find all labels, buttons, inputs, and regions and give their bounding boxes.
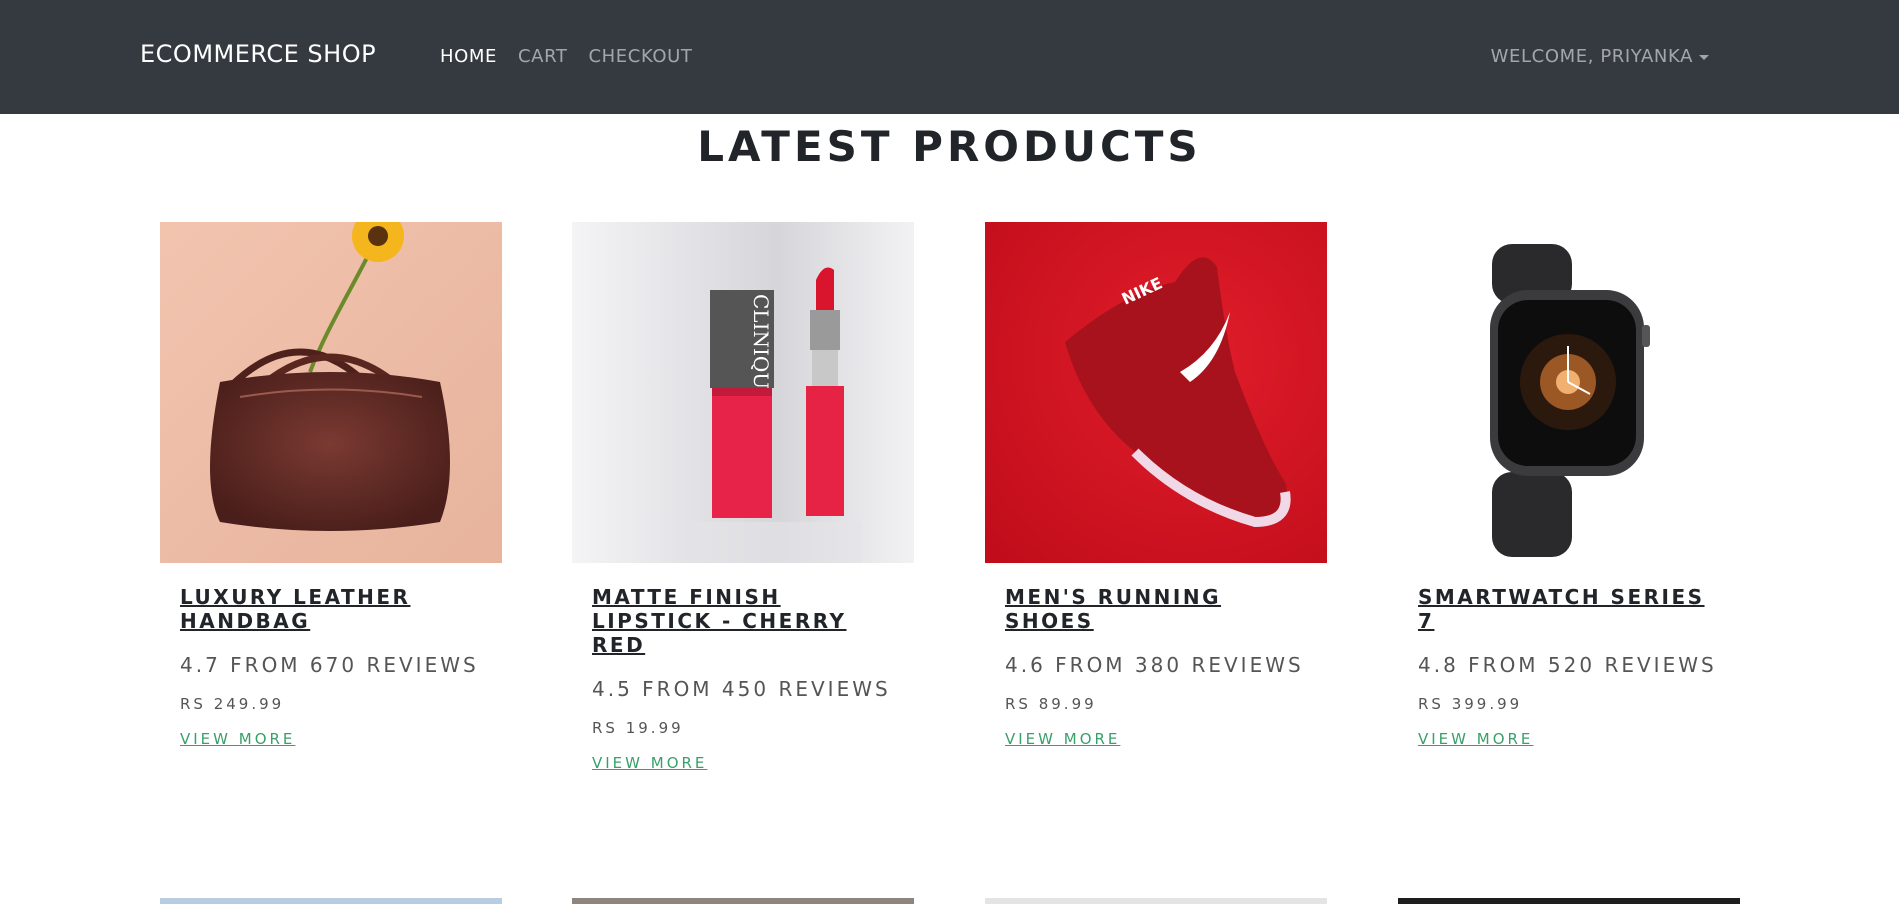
card-body: MATTE FINISH LIPSTICK - CHERRY RED 4.5 F… (572, 563, 914, 772)
product-title-link[interactable]: SMARTWATCH SERIES 7 (1418, 585, 1720, 633)
card-body: LUXURY LEATHER HANDBAG 4.7 FROM 670 REVI… (160, 563, 502, 748)
product-image-row2-4[interactable] (1398, 898, 1740, 904)
product-card-smartwatch: SMARTWATCH SERIES 7 4.8 FROM 520 REVIEWS… (1398, 222, 1740, 748)
product-rating: 4.8 FROM 520 REVIEWS (1418, 653, 1717, 677)
product-rating: 4.5 FROM 450 REVIEWS (592, 677, 891, 701)
product-rating: 4.6 FROM 380 REVIEWS (1005, 653, 1304, 677)
view-more-link[interactable]: VIEW MORE (1005, 730, 1120, 748)
product-image-row2-2[interactable] (572, 898, 914, 904)
product-title-link[interactable]: MATTE FINISH LIPSTICK - CHERRY RED (592, 585, 894, 657)
product-image-row2-3[interactable] (985, 898, 1327, 904)
view-more-link[interactable]: VIEW MORE (1418, 730, 1533, 748)
user-dropdown[interactable]: WELCOME, PRIYANKA (1491, 46, 1709, 67)
product-price: RS 249.99 (180, 695, 285, 713)
product-image-smartwatch[interactable] (1398, 222, 1740, 563)
product-card-handbag: LUXURY LEATHER HANDBAG 4.7 FROM 670 REVI… (160, 222, 502, 748)
card-body: MEN'S RUNNING SHOES 4.6 FROM 380 REVIEWS… (985, 563, 1327, 748)
product-title-link[interactable]: MEN'S RUNNING SHOES (1005, 585, 1307, 633)
navbar: ECOMMERCE SHOP HOME CART CHECKOUT WELCOM… (0, 0, 1899, 114)
nav-links: HOME CART CHECKOUT (440, 46, 693, 67)
nav-link-checkout[interactable]: CHECKOUT (589, 46, 693, 67)
user-greeting: WELCOME, PRIYANKA (1490, 46, 1693, 67)
page-title: LATEST PRODUCTS (697, 122, 1202, 171)
lipstick-brand: CLINIQUE (749, 294, 773, 404)
product-image-lipstick[interactable]: CLINIQUE (572, 222, 914, 563)
product-title-link[interactable]: LUXURY LEATHER HANDBAG (180, 585, 482, 633)
product-card-shoes: NIKE MEN'S RUNNING SHOES 4.6 FROM 380 RE… (985, 222, 1327, 748)
product-rating: 4.7 FROM 670 REVIEWS (180, 653, 479, 677)
product-image-handbag[interactable] (160, 222, 502, 563)
product-image-shoes[interactable]: NIKE (985, 222, 1327, 563)
view-more-link[interactable]: VIEW MORE (592, 754, 707, 772)
brand-logo[interactable]: ECOMMERCE SHOP (140, 40, 376, 68)
product-image-row2-1[interactable] (160, 898, 502, 904)
product-card-lipstick: CLINIQUE MATTE FINISH LIPSTICK - CHERRY … (572, 222, 914, 772)
product-price: RS 89.99 (1005, 695, 1097, 713)
nav-link-home[interactable]: HOME (440, 46, 497, 67)
caret-down-icon (1699, 55, 1709, 60)
card-body: SMARTWATCH SERIES 7 4.8 FROM 520 REVIEWS… (1398, 563, 1740, 748)
product-price: RS 19.99 (592, 719, 684, 737)
product-price: RS 399.99 (1418, 695, 1523, 713)
view-more-link[interactable]: VIEW MORE (180, 730, 295, 748)
nav-link-cart[interactable]: CART (518, 46, 567, 67)
